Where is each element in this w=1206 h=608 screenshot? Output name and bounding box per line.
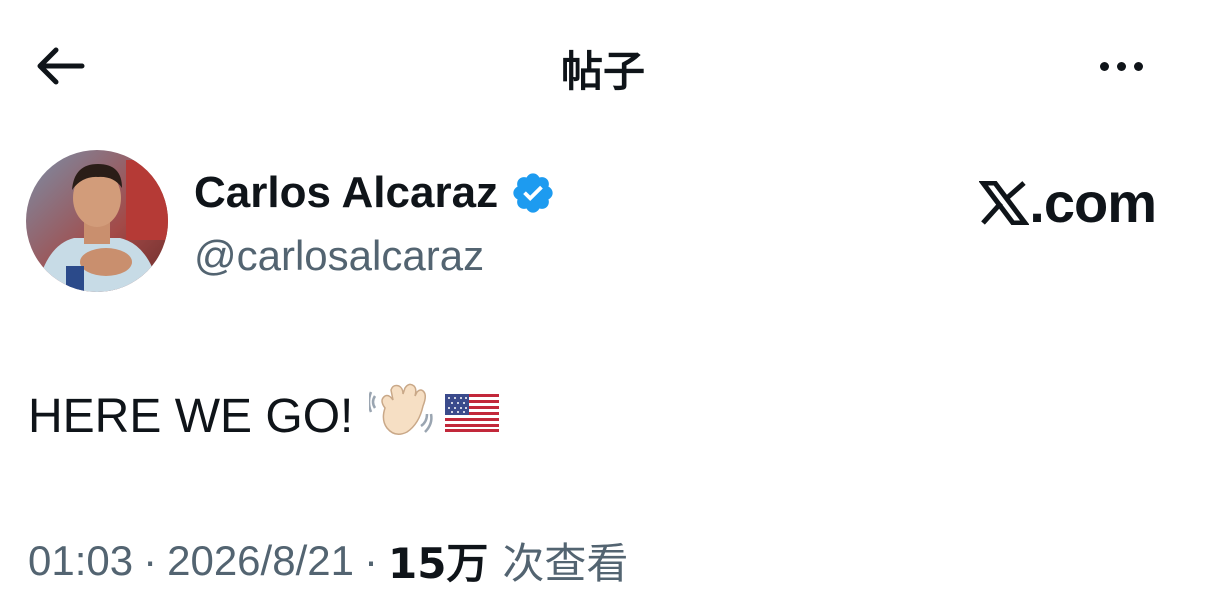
page-title: 帖子: [560, 47, 645, 96]
watermark-text: .com: [1029, 171, 1157, 234]
verified-badge-icon: [513, 173, 553, 213]
more-dot: [1116, 61, 1126, 71]
views-label: 次查看: [502, 539, 629, 588]
author-header: Carlos Alcaraz @carlosalcaraz: [26, 150, 726, 300]
more-horizontal-icon: [1099, 61, 1109, 71]
avatar[interactable]: [26, 150, 168, 292]
tweet-body: HERE WE GO!: [28, 380, 500, 452]
author-name[interactable]: Carlos Alcaraz: [194, 168, 498, 218]
profile-photo: [26, 150, 168, 292]
top-bar: 帖子: [0, 0, 1206, 130]
watermark: .com: [979, 170, 1157, 235]
tweet-date[interactable]: 2026/8/21: [167, 537, 354, 585]
waving-hand-emoji: [368, 380, 435, 452]
more-button[interactable]: [1086, 48, 1156, 84]
tweet-time[interactable]: 01:03: [28, 537, 133, 585]
meta-separator: ·: [143, 536, 158, 584]
more-dot: [1133, 61, 1143, 71]
author-name-row: Carlos Alcaraz: [194, 168, 556, 218]
views-count[interactable]: 15万: [388, 530, 488, 591]
tweet-meta: 01:03 · 2026/8/21 · 15万 次查看: [28, 530, 628, 591]
meta-separator: ·: [363, 536, 378, 584]
us-flag-emoji: [445, 389, 500, 444]
author-handle[interactable]: @carlosalcaraz: [194, 232, 484, 280]
x-logo-icon: [979, 180, 1030, 225]
tweet-text: HERE WE GO!: [28, 389, 354, 443]
